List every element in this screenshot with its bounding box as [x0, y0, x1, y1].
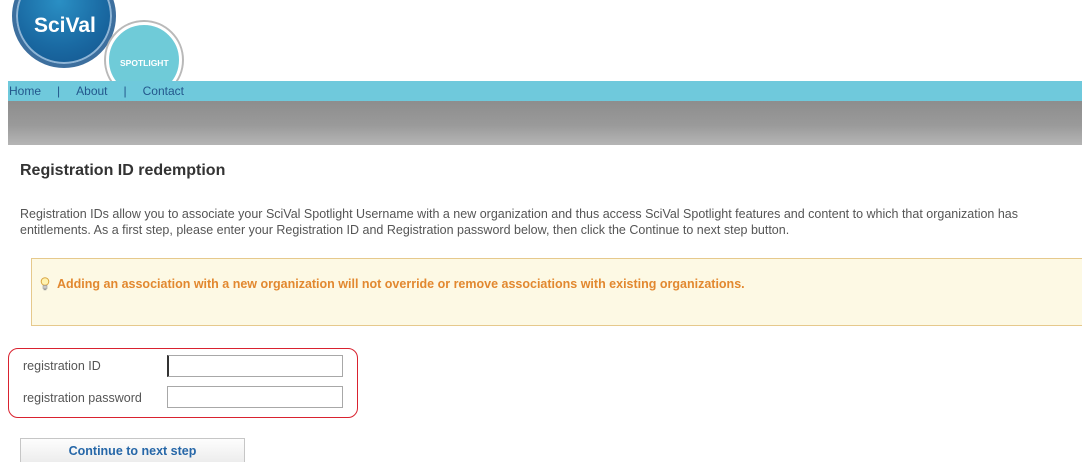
registration-form: registration ID registration password — [8, 348, 358, 418]
nav-separator: | — [57, 84, 61, 98]
nav-contact-link[interactable]: Contact — [143, 84, 184, 98]
registration-password-label: registration password — [23, 391, 142, 405]
logo-brand-text: SciVal — [34, 14, 96, 37]
nav-separator: | — [123, 84, 127, 98]
registration-id-label: registration ID — [23, 359, 101, 373]
continue-button[interactable]: Continue to next step — [20, 438, 245, 462]
registration-password-input[interactable] — [167, 386, 343, 408]
page-description: Registration IDs allow you to associate … — [20, 207, 1019, 237]
nav-home-link[interactable]: Home — [9, 84, 41, 98]
logo-subbrand-text: SPOTLIGHT — [120, 58, 169, 68]
lightbulb-icon — [40, 277, 50, 291]
notice-message: Adding an association with a new organiz… — [57, 277, 745, 291]
page-title: Registration ID redemption — [20, 162, 226, 179]
header-grey-band — [8, 101, 1082, 145]
info-notice: Adding an association with a new organiz… — [31, 258, 1082, 326]
nav-about-link[interactable]: About — [76, 84, 107, 98]
top-nav: Home | About | Contact — [8, 81, 1082, 101]
registration-id-input[interactable] — [167, 355, 343, 377]
page: SciVal SPOTLIGHT Home | About | Contact … — [0, 0, 1082, 462]
scival-logo-circle: SciVal — [12, 0, 116, 68]
scival-spotlight-logo[interactable]: SciVal SPOTLIGHT — [0, 0, 200, 98]
